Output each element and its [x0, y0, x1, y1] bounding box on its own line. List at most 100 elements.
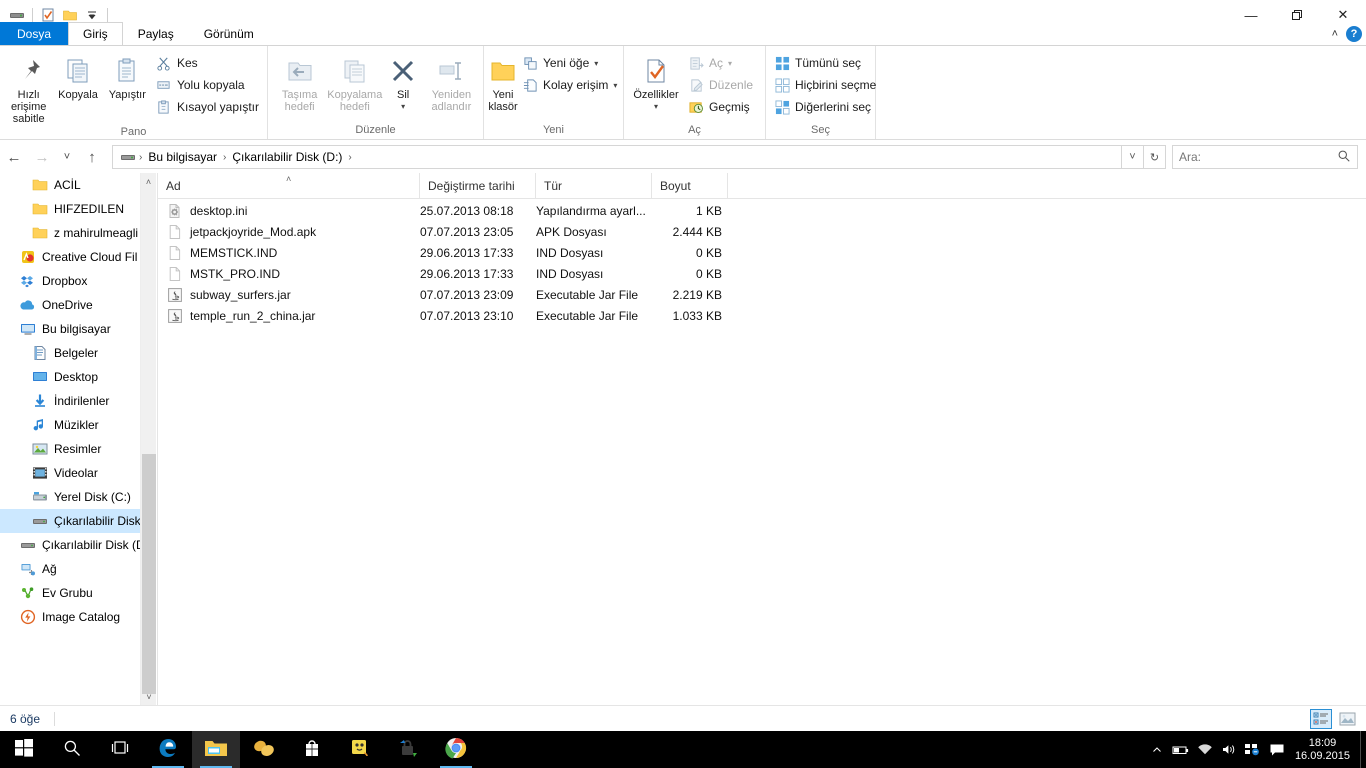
recent-locations-button[interactable]: ˅: [56, 144, 78, 170]
wifi-icon[interactable]: [1193, 731, 1217, 768]
edit-button[interactable]: Düzenle: [684, 74, 757, 96]
copy-button[interactable]: Kopyala: [53, 49, 102, 101]
table-row[interactable]: MSTK_PRO.IND 29.06.2013 17:33 IND Dosyası 0…: [158, 263, 1366, 284]
tab-paylas[interactable]: Paylaş: [123, 22, 189, 45]
volume-icon[interactable]: [1217, 731, 1241, 768]
network-icon[interactable]: [1241, 731, 1265, 768]
column-header-degistirme-tarihi[interactable]: Değiştirme tarihi: [420, 172, 536, 199]
search-button[interactable]: [48, 731, 96, 768]
collapse-ribbon-icon[interactable]: ˄: [1332, 28, 1338, 40]
chrome-button[interactable]: [432, 731, 480, 768]
properties-caret-icon[interactable]: ▾: [654, 101, 658, 113]
sidebar-item-18[interactable]: Image Catalog: [0, 605, 141, 629]
paste-button[interactable]: Yapıştır: [103, 49, 152, 101]
breadcrumb-sep-2[interactable]: ›: [346, 152, 353, 163]
address-dropdown-button[interactable]: ˅: [1122, 145, 1144, 169]
help-icon[interactable]: ?: [1346, 26, 1362, 42]
new-item-caret-icon[interactable]: ▾: [594, 59, 598, 68]
history-button[interactable]: Geçmiş: [684, 96, 757, 118]
breadcrumb-sep-1[interactable]: ›: [221, 152, 228, 163]
easy-access-button[interactable]: Kolay erişim ▾: [518, 74, 621, 96]
sidebar-item-label: Dropbox: [42, 274, 88, 288]
search-icon[interactable]: [1337, 149, 1351, 166]
sidebar-item-3[interactable]: Creative Cloud Fil: [0, 245, 141, 269]
delete-caret-icon[interactable]: ▾: [401, 101, 405, 113]
large-icons-view-button[interactable]: [1336, 709, 1358, 729]
tray-chevron-icon[interactable]: [1145, 731, 1169, 768]
battery-icon[interactable]: [1169, 731, 1193, 768]
nav-scroll-thumb[interactable]: [142, 454, 156, 694]
edge-button[interactable]: [144, 731, 192, 768]
cut-button[interactable]: Kes: [152, 52, 263, 74]
column-header-tur[interactable]: Tür: [536, 172, 652, 199]
pin-to-quick-access-button[interactable]: Hızlı erişime sabitle: [4, 49, 53, 125]
app-button-2[interactable]: [336, 731, 384, 768]
move-to-button[interactable]: Taşıma hedefi: [272, 49, 327, 113]
nav-scroll-up-button[interactable]: ˄: [141, 173, 156, 190]
delete-button[interactable]: Sil ▾: [382, 49, 423, 113]
new-folder-button[interactable]: Yeni klasör: [488, 49, 518, 113]
copy-path-button[interactable]: Yolu kopyala: [152, 74, 263, 96]
table-row[interactable]: subway_surfers.jar 07.07.2013 23:09 Execut…: [158, 284, 1366, 305]
tab-giris[interactable]: Giriş: [68, 22, 123, 45]
sidebar-item-11[interactable]: Resimler: [0, 437, 141, 461]
table-row[interactable]: desktop.ini 25.07.2013 08:18 Yapılandırma …: [158, 200, 1366, 221]
new-item-button[interactable]: Yeni öğe ▾: [518, 52, 621, 74]
sidebar-item-4[interactable]: Dropbox: [0, 269, 141, 293]
sidebar-item-2[interactable]: z mahirulmeagli: [0, 221, 141, 245]
refresh-button[interactable]: ↻: [1144, 145, 1166, 169]
up-button[interactable]: ↑: [78, 144, 106, 170]
column-header-boyut[interactable]: Boyut: [652, 172, 728, 199]
details-view-button[interactable]: [1310, 709, 1332, 729]
tab-gorunum[interactable]: Görünüm: [189, 22, 269, 45]
app-button-1[interactable]: [240, 731, 288, 768]
show-desktop-button[interactable]: [1360, 731, 1366, 768]
properties-button[interactable]: Özellikler ▾: [628, 49, 684, 113]
open-caret-icon[interactable]: ▾: [728, 59, 732, 68]
paste-shortcut-button[interactable]: Kısayol yapıştır: [152, 96, 263, 118]
select-all-button[interactable]: Tümünü seç: [770, 52, 880, 74]
edit-icon: [688, 77, 704, 93]
sidebar-item-8[interactable]: Desktop: [0, 365, 141, 389]
navigation-scrollbar[interactable]: ˄ ˅: [140, 173, 156, 705]
sidebar-item-15[interactable]: Çıkarılabilir Disk (D: [0, 533, 145, 557]
back-button[interactable]: ←: [0, 144, 28, 170]
search-input[interactable]: Ara:: [1179, 150, 1201, 164]
sidebar-item-14[interactable]: Çıkarılabilir Disk: [0, 509, 141, 533]
open-button[interactable]: Aç ▾: [684, 52, 757, 74]
clock[interactable]: 18:09 16.09.2015: [1289, 737, 1360, 763]
sidebar-item-0[interactable]: ACİL: [0, 173, 141, 197]
start-button[interactable]: [0, 731, 48, 768]
sidebar-item-6[interactable]: Bu bilgisayar: [0, 317, 141, 341]
file-explorer-button[interactable]: [192, 731, 240, 768]
ribbon-group-sec: Tümünü seç Hiçbirini seçme Diğerlerini s…: [766, 46, 876, 139]
table-row[interactable]: jetpackjoyride_Mod.apk 07.07.2013 23:05 AP…: [158, 221, 1366, 242]
easy-access-caret-icon[interactable]: ▾: [613, 81, 617, 90]
nav-scroll-down-button[interactable]: ˅: [141, 688, 156, 705]
invert-selection-button[interactable]: Diğerlerini seç: [770, 96, 880, 118]
sidebar-item-12[interactable]: Videolar: [0, 461, 141, 485]
sidebar-item-1[interactable]: HIFZEDILEN: [0, 197, 141, 221]
breadcrumb-item-bu-bilgisayar[interactable]: Bu bilgisayar: [144, 146, 221, 168]
sidebar-item-16[interactable]: Ağ: [0, 557, 141, 581]
sidebar-item-13[interactable]: Yerel Disk (C:): [0, 485, 141, 509]
sidebar-item-7[interactable]: Belgeler: [0, 341, 141, 365]
app-button-3[interactable]: [384, 731, 432, 768]
table-row[interactable]: temple_run_2_china.jar 07.07.2013 23:10 Ex…: [158, 305, 1366, 326]
rename-button[interactable]: Yeniden adlandır: [424, 49, 479, 113]
sidebar-item-5[interactable]: OneDrive: [0, 293, 141, 317]
column-header-ad[interactable]: Ad ˄: [158, 172, 420, 199]
select-none-button[interactable]: Hiçbirini seçme: [770, 74, 880, 96]
task-view-button[interactable]: [96, 731, 144, 768]
sidebar-item-10[interactable]: Müzikler: [0, 413, 141, 437]
search-box[interactable]: Ara:: [1172, 145, 1358, 169]
store-button[interactable]: [288, 731, 336, 768]
copy-to-button[interactable]: Kopyalama hedefi: [327, 49, 382, 113]
sidebar-item-9[interactable]: İndirilenler: [0, 389, 141, 413]
action-center-icon[interactable]: [1265, 731, 1289, 768]
tab-dosya[interactable]: Dosya: [0, 22, 69, 45]
sidebar-item-17[interactable]: Ev Grubu: [0, 581, 141, 605]
table-row[interactable]: MEMSTICK.IND 29.06.2013 17:33 IND Dosyası 0…: [158, 242, 1366, 263]
breadcrumb[interactable]: › Bu bilgisayar › Çıkarılabilir Disk (D:…: [112, 145, 1122, 169]
forward-button[interactable]: →: [28, 144, 56, 170]
